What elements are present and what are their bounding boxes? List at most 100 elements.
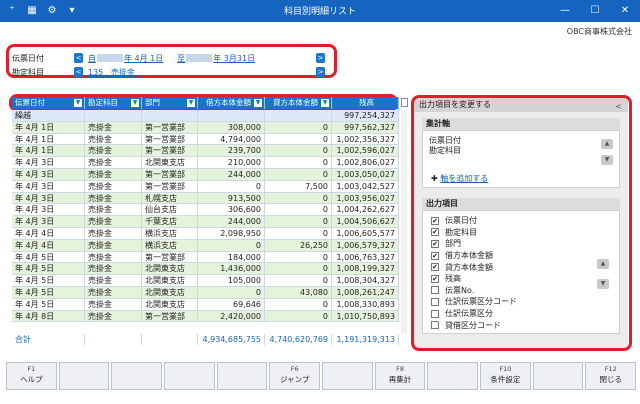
table-row[interactable]: 年 4月 4日 売掛金 横浜支店 0 26,250 1,006,579,327 (12, 239, 399, 252)
output-item[interactable]: ✔ 伝票日付 (423, 215, 619, 227)
output-down-icon[interactable]: ▼ (597, 279, 609, 289)
axis-section-title: 集計軸 (422, 118, 620, 130)
output-item[interactable]: ✔ 部門 (423, 238, 619, 250)
filter-dropdown-icon[interactable]: ▼ (74, 99, 82, 107)
account-next-button[interactable]: > (316, 67, 325, 77)
date-to-link[interactable]: 至年 3月31日 (177, 53, 255, 64)
table-row[interactable]: 年 4月 3日 売掛金 第一営業部 0 7,500 1,003,042,527 (12, 180, 399, 193)
checkbox[interactable]: ✔ (431, 251, 439, 260)
table-row[interactable]: 年 4月 1日 売掛金 第一営業部 239,700 0 1,002,596,027 (12, 145, 399, 158)
date-next-button[interactable]: > (316, 53, 325, 63)
table-row[interactable]: 年 4月 5日 売掛金 北関東支店 69,646 0 1,008,330,893 (12, 298, 399, 311)
table-cell: 0 (265, 298, 332, 310)
function-key-button[interactable]: F8 再集計 (374, 362, 426, 390)
checkbox[interactable] (431, 286, 439, 295)
checkbox[interactable]: ✔ (431, 228, 439, 237)
output-item[interactable]: ✔ 貸方本体金額 (423, 261, 619, 273)
filter-dropdown-icon[interactable]: ▼ (254, 99, 262, 107)
grid-scrollbar[interactable] (401, 110, 407, 334)
output-section-title: 出力項目 (422, 198, 620, 210)
table-cell: 第一営業部 (142, 121, 198, 133)
checkbox[interactable] (431, 309, 439, 318)
table-cell: 年 4月 8日 (12, 310, 85, 322)
table-row[interactable]: 年 4月 5日 売掛金 北関東支店 1,436,000 0 1,008,199,327 (12, 263, 399, 276)
function-key-button[interactable] (111, 362, 163, 390)
table-cell: 売掛金 (85, 157, 142, 168)
output-item[interactable]: 仕訳伝票区分コード (423, 296, 619, 308)
table-row[interactable]: 年 4月 3日 売掛金 札幌支店 913,500 0 1,003,956,027 (12, 192, 399, 205)
axis-up-icon[interactable]: ▲ (601, 139, 613, 149)
plus-icon: ✚ (431, 174, 438, 183)
col-header-debit[interactable]: 借方本体金額 ▼ (198, 97, 265, 109)
table-row[interactable]: 年 4月 3日 売掛金 仙台支店 306,600 0 1,004,262,627 (12, 204, 399, 217)
checkbox[interactable] (431, 321, 439, 330)
col-header-credit[interactable]: 貸方本体金額 ▼ (265, 97, 332, 109)
account-prev-button[interactable]: < (74, 67, 83, 77)
table-row[interactable]: 年 4月 4日 売掛金 横浜支店 2,098,950 0 1,006,605,577 (12, 227, 399, 240)
table-row[interactable]: 年 4月 3日 売掛金 千葉支店 244,000 0 1,004,506,627 (12, 216, 399, 228)
output-item-label: 伝票No. (445, 285, 475, 295)
maximize-button[interactable]: ☐ (580, 0, 610, 22)
output-item[interactable]: ✔ 残高 (423, 273, 619, 285)
account-link[interactable]: 135 売掛金 (88, 67, 135, 78)
col-header-date[interactable]: 伝票日付 ▼ (12, 97, 85, 109)
checkbox[interactable] (431, 297, 439, 306)
function-key-button[interactable]: F1 ヘルプ (6, 362, 57, 390)
close-button[interactable]: ✕ (610, 0, 640, 22)
output-item[interactable]: ✔ 勘定科目 (423, 227, 619, 239)
checkbox[interactable]: ✔ (431, 263, 439, 272)
table-row[interactable]: 年 4月 3日 売掛金 第一営業部 244,000 0 1,003,050,027 (12, 168, 399, 181)
checkbox[interactable]: ✔ (431, 239, 439, 248)
minimize-button[interactable]: — (550, 0, 580, 22)
output-item[interactable]: 貸借区分コード (423, 319, 619, 331)
table-cell: 売掛金 (85, 133, 142, 145)
output-up-icon[interactable]: ▲ (597, 259, 609, 269)
table-row[interactable]: 年 4月 5日 売掛金 第一営業部 184,000 0 1,006,763,327 (12, 251, 399, 264)
output-item[interactable]: 仕訳伝票区分 (423, 308, 619, 320)
table-row[interactable]: 年 4月 1日 売掛金 第一営業部 4,794,000 0 1,002,356,327 (12, 133, 399, 146)
col-header-balance[interactable]: 残高 (332, 97, 399, 109)
col-header-dept[interactable]: 部門 ▼ (142, 97, 198, 109)
filter-dropdown-icon[interactable]: ▼ (321, 99, 329, 107)
function-key-button[interactable]: F6 ジャンプ (269, 362, 321, 390)
filter-dropdown-icon[interactable]: ▼ (131, 99, 139, 107)
checkbox[interactable]: ✔ (431, 216, 439, 225)
axis-item[interactable]: 勘定科目 (423, 145, 619, 159)
table-cell: 売掛金 (85, 168, 142, 180)
axis-down-icon[interactable]: ▼ (601, 155, 613, 165)
table-row[interactable]: 年 4月 5日 売掛金 北関東支店 0 43,080 1,008,261,247 (12, 286, 399, 299)
table-cell: 売掛金 (85, 251, 142, 263)
table-row[interactable]: 年 4月 8日 売掛金 第一営業部 2,420,000 0 1,010,750,893 (12, 310, 399, 323)
date-prev-button[interactable]: < (74, 53, 83, 63)
table-cell: 0 (265, 227, 332, 239)
table-cell: 北関東支店 (142, 157, 198, 168)
col-header-account[interactable]: 勘定科目 ▼ (85, 97, 142, 109)
function-key-button[interactable]: F12 閉じる (585, 362, 637, 390)
table-cell: 売掛金 (85, 216, 142, 227)
table-cell: 第一営業部 (142, 145, 198, 157)
function-key-code: F1 (27, 365, 36, 373)
output-item-label: 仕訳伝票区分 (445, 309, 493, 319)
function-key-button[interactable] (216, 362, 268, 390)
function-key-button[interactable] (322, 362, 373, 390)
add-axis-link[interactable]: ✚ 軸を追加する (431, 173, 488, 184)
function-key-button[interactable] (58, 362, 110, 390)
panel-close-button[interactable]: < (615, 100, 622, 114)
carry-row[interactable]: 繰越 997,254,327 (12, 110, 399, 122)
output-item[interactable]: 伝票No. (423, 285, 619, 297)
output-item[interactable]: ✔ 借方本体金額 (423, 250, 619, 262)
function-key-button[interactable] (427, 362, 479, 390)
function-key-code (428, 365, 477, 374)
table-cell: 年 4月 3日 (12, 216, 85, 227)
function-key-button[interactable] (164, 362, 215, 390)
axis-item[interactable]: 伝票日付 (423, 131, 619, 145)
column-settings-icon[interactable] (401, 98, 408, 107)
table-row[interactable]: 年 4月 3日 売掛金 北関東支店 210,000 0 1,002,806,027 (12, 157, 399, 169)
table-row[interactable]: 年 4月 5日 売掛金 北関東支店 105,000 0 1,008,304,327 (12, 275, 399, 287)
date-from-link[interactable]: 自年 4月 1日 (88, 53, 163, 64)
function-key-button[interactable]: F10 条件設定 (480, 362, 531, 390)
checkbox[interactable]: ✔ (431, 274, 439, 283)
filter-dropdown-icon[interactable]: ▼ (187, 99, 195, 107)
table-row[interactable]: 年 4月 1日 売掛金 第一営業部 308,000 0 997,562,327 (12, 121, 399, 134)
function-key-button[interactable] (532, 362, 584, 390)
